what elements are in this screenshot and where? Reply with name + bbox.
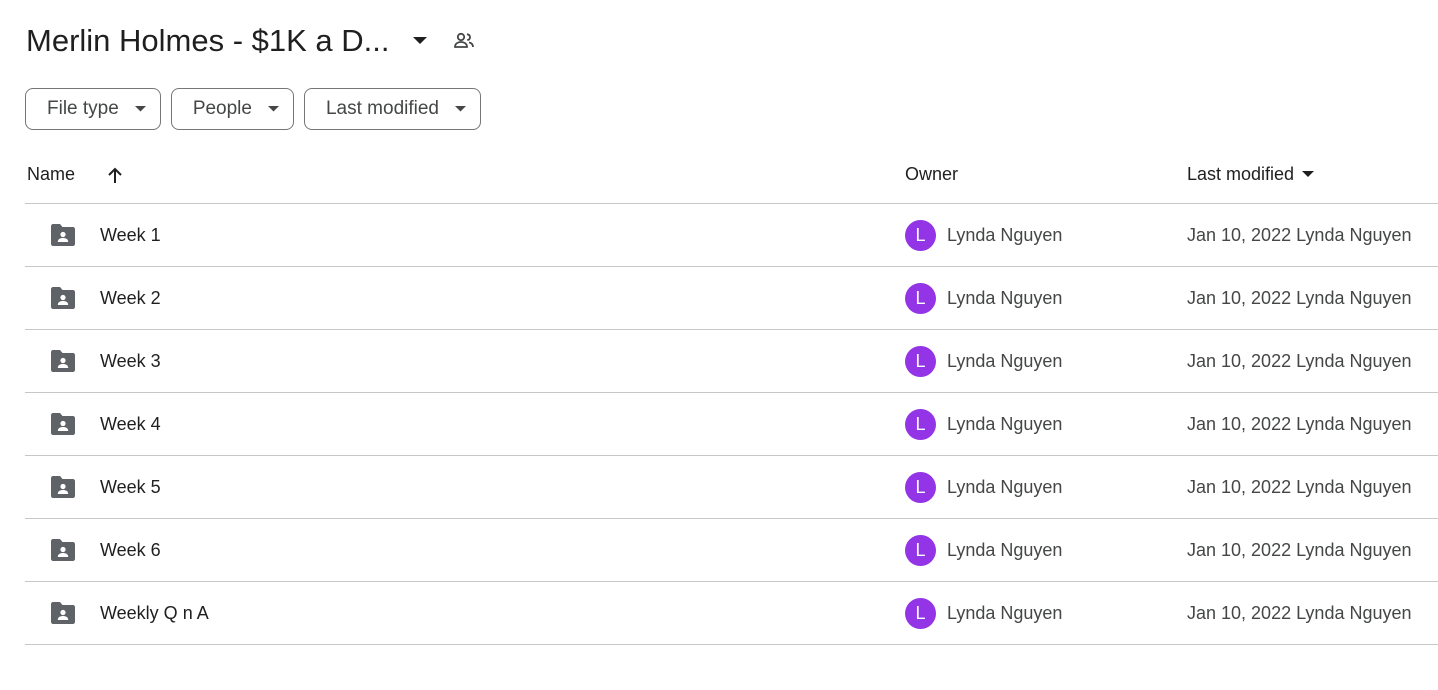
table-row[interactable]: Weekly Q n A L Lynda Nguyen Jan 10, 2022… xyxy=(25,582,1438,645)
owner-name: Lynda Nguyen xyxy=(947,540,1063,560)
avatar: L xyxy=(905,283,936,314)
file-name: Week 1 xyxy=(100,225,161,245)
table-row[interactable]: Week 1 L Lynda Nguyen Jan 10, 2022 Lynda… xyxy=(25,204,1438,267)
last-modified-value: Jan 10, 2022 Lynda Nguyen xyxy=(1187,351,1412,371)
last-modified-value: Jan 10, 2022 Lynda Nguyen xyxy=(1187,603,1412,623)
table-row[interactable]: Week 4 L Lynda Nguyen Jan 10, 2022 Lynda… xyxy=(25,393,1438,456)
column-label: Last modified xyxy=(1187,164,1295,184)
owner-name: Lynda Nguyen xyxy=(947,603,1063,623)
file-name: Week 6 xyxy=(100,540,161,560)
avatar: L xyxy=(905,409,936,440)
table-row[interactable]: Week 6 L Lynda Nguyen Jan 10, 2022 Lynda… xyxy=(25,519,1438,582)
table-row[interactable]: Week 2 L Lynda Nguyen Jan 10, 2022 Lynda… xyxy=(25,267,1438,330)
page-header: Merlin Holmes - $1K a D... xyxy=(26,18,480,64)
file-list: Week 1 L Lynda Nguyen Jan 10, 2022 Lynda… xyxy=(25,204,1438,645)
file-name: Weekly Q n A xyxy=(100,603,209,623)
last-modified-value: Jan 10, 2022 Lynda Nguyen xyxy=(1187,477,1412,497)
owner-name: Lynda Nguyen xyxy=(947,477,1063,497)
caret-down-icon xyxy=(455,106,466,112)
folder-title[interactable]: Merlin Holmes - $1K a D... xyxy=(26,23,390,59)
people-filter[interactable]: People xyxy=(170,88,294,130)
shared-folder-icon xyxy=(49,286,77,310)
file-name: Week 2 xyxy=(100,288,161,308)
last-modified-column-header[interactable]: Last modified xyxy=(1187,164,1315,185)
last-modified-value: Jan 10, 2022 Lynda Nguyen xyxy=(1187,414,1412,434)
last-modified-value: Jan 10, 2022 Lynda Nguyen xyxy=(1187,288,1412,308)
caret-down-icon xyxy=(1302,171,1315,178)
owner-name: Lynda Nguyen xyxy=(947,414,1063,434)
avatar: L xyxy=(905,346,936,377)
filter-label: Last modified xyxy=(325,98,439,119)
filter-label: People xyxy=(192,98,252,119)
table-row[interactable]: Week 3 L Lynda Nguyen Jan 10, 2022 Lynda… xyxy=(25,330,1438,393)
filter-bar: File type People Last modified xyxy=(25,88,481,130)
file-name: Week 4 xyxy=(100,414,161,434)
last-modified-filter[interactable]: Last modified xyxy=(303,88,481,130)
name-column-header[interactable]: Name xyxy=(27,164,75,185)
shared-folder-icon xyxy=(49,475,77,499)
shared-folder-icon xyxy=(49,412,77,436)
avatar: L xyxy=(905,535,936,566)
shared-folder-icon xyxy=(49,349,77,373)
shared-folder-icon xyxy=(49,538,77,562)
shared-folder-icon xyxy=(49,601,77,625)
arrow-up-icon[interactable] xyxy=(103,164,127,188)
caret-down-icon xyxy=(267,106,279,112)
filter-label: File type xyxy=(47,98,119,119)
avatar: L xyxy=(905,472,936,503)
last-modified-value: Jan 10, 2022 Lynda Nguyen xyxy=(1187,540,1412,560)
owner-name: Lynda Nguyen xyxy=(947,351,1063,371)
avatar: L xyxy=(905,220,936,251)
people-icon[interactable] xyxy=(448,25,480,57)
avatar: L xyxy=(905,598,936,629)
owner-name: Lynda Nguyen xyxy=(947,288,1063,308)
file-name: Week 3 xyxy=(100,351,161,371)
owner-name: Lynda Nguyen xyxy=(947,225,1063,245)
owner-column-header: Owner xyxy=(905,164,959,184)
shared-folder-icon xyxy=(49,223,77,247)
file-name: Week 5 xyxy=(100,477,161,497)
file-type-filter[interactable]: File type xyxy=(25,88,161,130)
caret-down-icon[interactable] xyxy=(404,25,436,57)
caret-down-icon xyxy=(134,106,146,112)
last-modified-value: Jan 10, 2022 Lynda Nguyen xyxy=(1187,225,1412,245)
table-row[interactable]: Week 5 L Lynda Nguyen Jan 10, 2022 Lynda… xyxy=(25,456,1438,519)
table-header: Name Owner Last modified xyxy=(25,150,1438,204)
